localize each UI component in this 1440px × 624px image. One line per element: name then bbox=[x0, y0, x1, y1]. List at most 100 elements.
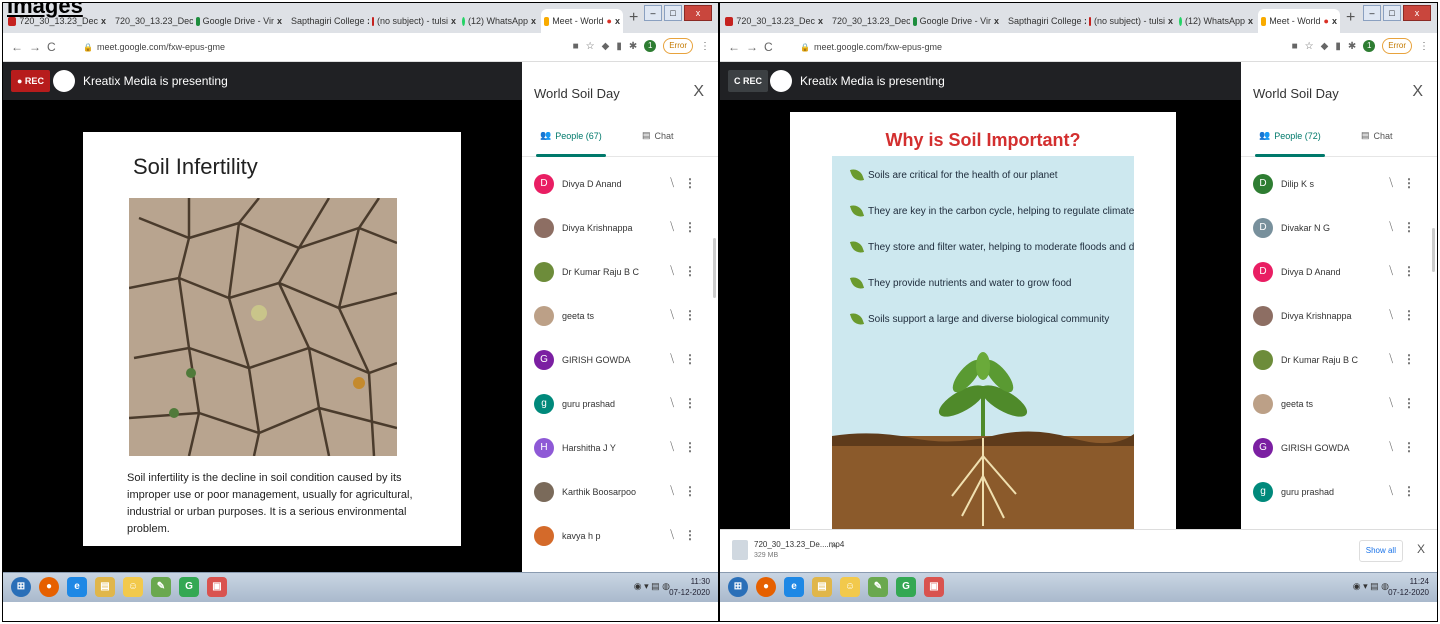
close-panel-button[interactable]: X bbox=[1412, 83, 1423, 101]
app-icon[interactable]: ☺ bbox=[840, 577, 860, 597]
more-options-icon[interactable]: ⋮ bbox=[684, 308, 696, 322]
participant-row[interactable]: Divya Krishnappa ⧹ ⋮ bbox=[522, 208, 718, 252]
minimize-button[interactable]: – bbox=[644, 5, 662, 21]
close-tab-icon[interactable]: x bbox=[531, 16, 536, 26]
browser-tab[interactable]: 720_30_13.23_Decx bbox=[826, 9, 910, 33]
chrome-icon[interactable]: G bbox=[179, 577, 199, 597]
firefox-icon[interactable]: ● bbox=[39, 577, 59, 597]
close-tab-icon[interactable]: x bbox=[1248, 16, 1253, 26]
mic-off-icon[interactable]: ⧹ bbox=[670, 397, 674, 410]
menu-icon[interactable]: ⋮ bbox=[1419, 41, 1429, 52]
folder-icon[interactable]: ▤ bbox=[95, 577, 115, 597]
cast-icon[interactable]: ■ bbox=[1292, 41, 1298, 52]
more-options-icon[interactable]: ⋮ bbox=[684, 440, 696, 454]
mic-off-icon[interactable]: ⧹ bbox=[1389, 353, 1393, 366]
mic-off-icon[interactable]: ⧹ bbox=[670, 221, 674, 234]
more-options-icon[interactable]: ⋮ bbox=[1403, 440, 1415, 454]
browser-tab[interactable]: Google Drive - Vir x bbox=[193, 9, 285, 33]
puzzle-icon[interactable]: ✱ bbox=[629, 41, 637, 52]
participant-row[interactable]: G GIRISH GOWDA ⧹ ⋮ bbox=[522, 340, 718, 384]
more-options-icon[interactable]: ⋮ bbox=[1403, 308, 1415, 322]
star-icon[interactable]: ☆ bbox=[1305, 41, 1314, 52]
more-options-icon[interactable]: ⋮ bbox=[1403, 176, 1415, 190]
clock[interactable]: 11:24 07-12-2020 bbox=[1388, 576, 1429, 598]
system-tray-icons[interactable]: ◉ ▾ ▤ ◍ bbox=[634, 581, 670, 592]
error-badge[interactable]: Error bbox=[663, 38, 693, 54]
mic-off-icon[interactable]: ⧹ bbox=[1389, 177, 1393, 190]
maximize-button[interactable]: □ bbox=[1383, 5, 1401, 21]
browser-tab[interactable]: Sapthagiri Collegex bbox=[1002, 9, 1086, 33]
extension-icon[interactable]: ▮ bbox=[1335, 41, 1341, 52]
back-icon[interactable]: ← bbox=[728, 40, 746, 54]
extension-icon[interactable]: ▮ bbox=[616, 41, 622, 52]
start-button[interactable]: ⊞ bbox=[728, 577, 748, 597]
show-all-button[interactable]: Show all bbox=[1358, 540, 1403, 562]
mic-off-icon[interactable]: ⧹ bbox=[670, 441, 674, 454]
more-options-icon[interactable]: ⋮ bbox=[1403, 484, 1415, 498]
participant-row[interactable]: Karthik Boosarpoo ⧹ ⋮ bbox=[522, 472, 718, 516]
close-tab-icon[interactable]: x bbox=[994, 16, 999, 26]
mic-off-icon[interactable]: ⧹ bbox=[1389, 265, 1393, 278]
participant-row[interactable]: D Dilip K s ⧹ ⋮ bbox=[1241, 164, 1437, 208]
browser-tab[interactable]: (no subject) - tulsi x bbox=[1086, 9, 1176, 33]
more-options-icon[interactable]: ⋮ bbox=[684, 396, 696, 410]
participant-row[interactable]: D Divya D Anand ⧹ ⋮ bbox=[1241, 252, 1437, 296]
chrome-icon[interactable]: G bbox=[896, 577, 916, 597]
more-options-icon[interactable]: ⋮ bbox=[684, 176, 696, 190]
new-tab-button[interactable]: + bbox=[1346, 9, 1355, 27]
app-icon[interactable]: ✎ bbox=[151, 577, 171, 597]
app-icon[interactable]: ✎ bbox=[868, 577, 888, 597]
profile-avatar[interactable]: 1 bbox=[644, 40, 657, 52]
mic-off-icon[interactable]: ⧹ bbox=[1389, 309, 1393, 322]
close-tab-icon[interactable]: x bbox=[1168, 16, 1173, 26]
system-tray-icons[interactable]: ◉ ▾ ▤ ◍ bbox=[1353, 581, 1389, 592]
tab-people[interactable]: 👥 People (67) bbox=[536, 130, 606, 157]
tab-chat[interactable]: ▤ Chat bbox=[1361, 130, 1393, 141]
ie-icon[interactable]: e bbox=[784, 577, 804, 597]
mic-off-icon[interactable]: ⧹ bbox=[1389, 485, 1393, 498]
browser-tab-active[interactable]: Meet - World ● x bbox=[541, 9, 623, 33]
mic-off-icon[interactable]: ⧹ bbox=[1389, 441, 1393, 454]
mic-off-icon[interactable]: ⧹ bbox=[670, 529, 674, 542]
download-filename[interactable]: 720_30_13.23_De....mp4 bbox=[754, 540, 844, 549]
more-options-icon[interactable]: ⋮ bbox=[684, 352, 696, 366]
close-window-button[interactable]: x bbox=[1403, 5, 1431, 21]
puzzle-icon[interactable]: ✱ bbox=[1348, 41, 1356, 52]
browser-tab[interactable]: 720_30_13.23_Decx bbox=[109, 9, 193, 33]
participant-row[interactable]: g guru prashad ⧹ ⋮ bbox=[522, 384, 718, 428]
chevron-up-icon[interactable]: ^ bbox=[832, 543, 837, 554]
scrollbar[interactable] bbox=[1432, 228, 1435, 272]
more-options-icon[interactable]: ⋮ bbox=[684, 220, 696, 234]
reload-icon[interactable]: C bbox=[764, 40, 779, 54]
browser-tab[interactable]: Sapthagiri Collegex bbox=[285, 9, 369, 33]
folder-icon[interactable]: ▤ bbox=[812, 577, 832, 597]
app-icon[interactable]: ☺ bbox=[123, 577, 143, 597]
more-options-icon[interactable]: ⋮ bbox=[1403, 264, 1415, 278]
participant-row[interactable]: H Harshitha J Y ⧹ ⋮ bbox=[522, 428, 718, 472]
close-window-button[interactable]: x bbox=[684, 5, 712, 21]
ie-icon[interactable]: e bbox=[67, 577, 87, 597]
url-field[interactable]: 🔒 meet.google.com/fxw-epus-gme bbox=[800, 42, 942, 52]
url-field[interactable]: 🔒 meet.google.com/fxw-epus-gme bbox=[83, 42, 225, 52]
extension-icon[interactable]: ◆ bbox=[602, 41, 610, 52]
mic-off-icon[interactable]: ⧹ bbox=[670, 177, 674, 190]
maximize-button[interactable]: □ bbox=[664, 5, 682, 21]
more-options-icon[interactable]: ⋮ bbox=[684, 484, 696, 498]
close-panel-button[interactable]: X bbox=[693, 83, 704, 101]
error-badge[interactable]: Error bbox=[1382, 38, 1412, 54]
browser-tab-active[interactable]: Meet - World ● x bbox=[1258, 9, 1340, 33]
tab-people[interactable]: 👥 People (72) bbox=[1255, 130, 1325, 157]
more-options-icon[interactable]: ⋮ bbox=[1403, 352, 1415, 366]
star-icon[interactable]: ☆ bbox=[586, 41, 595, 52]
clock[interactable]: 11:30 07-12-2020 bbox=[669, 576, 710, 598]
mic-off-icon[interactable]: ⧹ bbox=[670, 485, 674, 498]
reload-icon[interactable]: C bbox=[47, 40, 62, 54]
participant-row[interactable]: geeta ts ⧹ ⋮ bbox=[522, 296, 718, 340]
menu-icon[interactable]: ⋮ bbox=[700, 41, 710, 52]
close-tab-icon[interactable]: x bbox=[818, 16, 823, 26]
browser-tab[interactable]: (no subject) - tulsi x bbox=[369, 9, 459, 33]
participant-row[interactable]: D Divakar N G ⧹ ⋮ bbox=[1241, 208, 1437, 252]
app-icon[interactable]: ▣ bbox=[207, 577, 227, 597]
more-options-icon[interactable]: ⋮ bbox=[684, 264, 696, 278]
mic-off-icon[interactable]: ⧹ bbox=[670, 265, 674, 278]
